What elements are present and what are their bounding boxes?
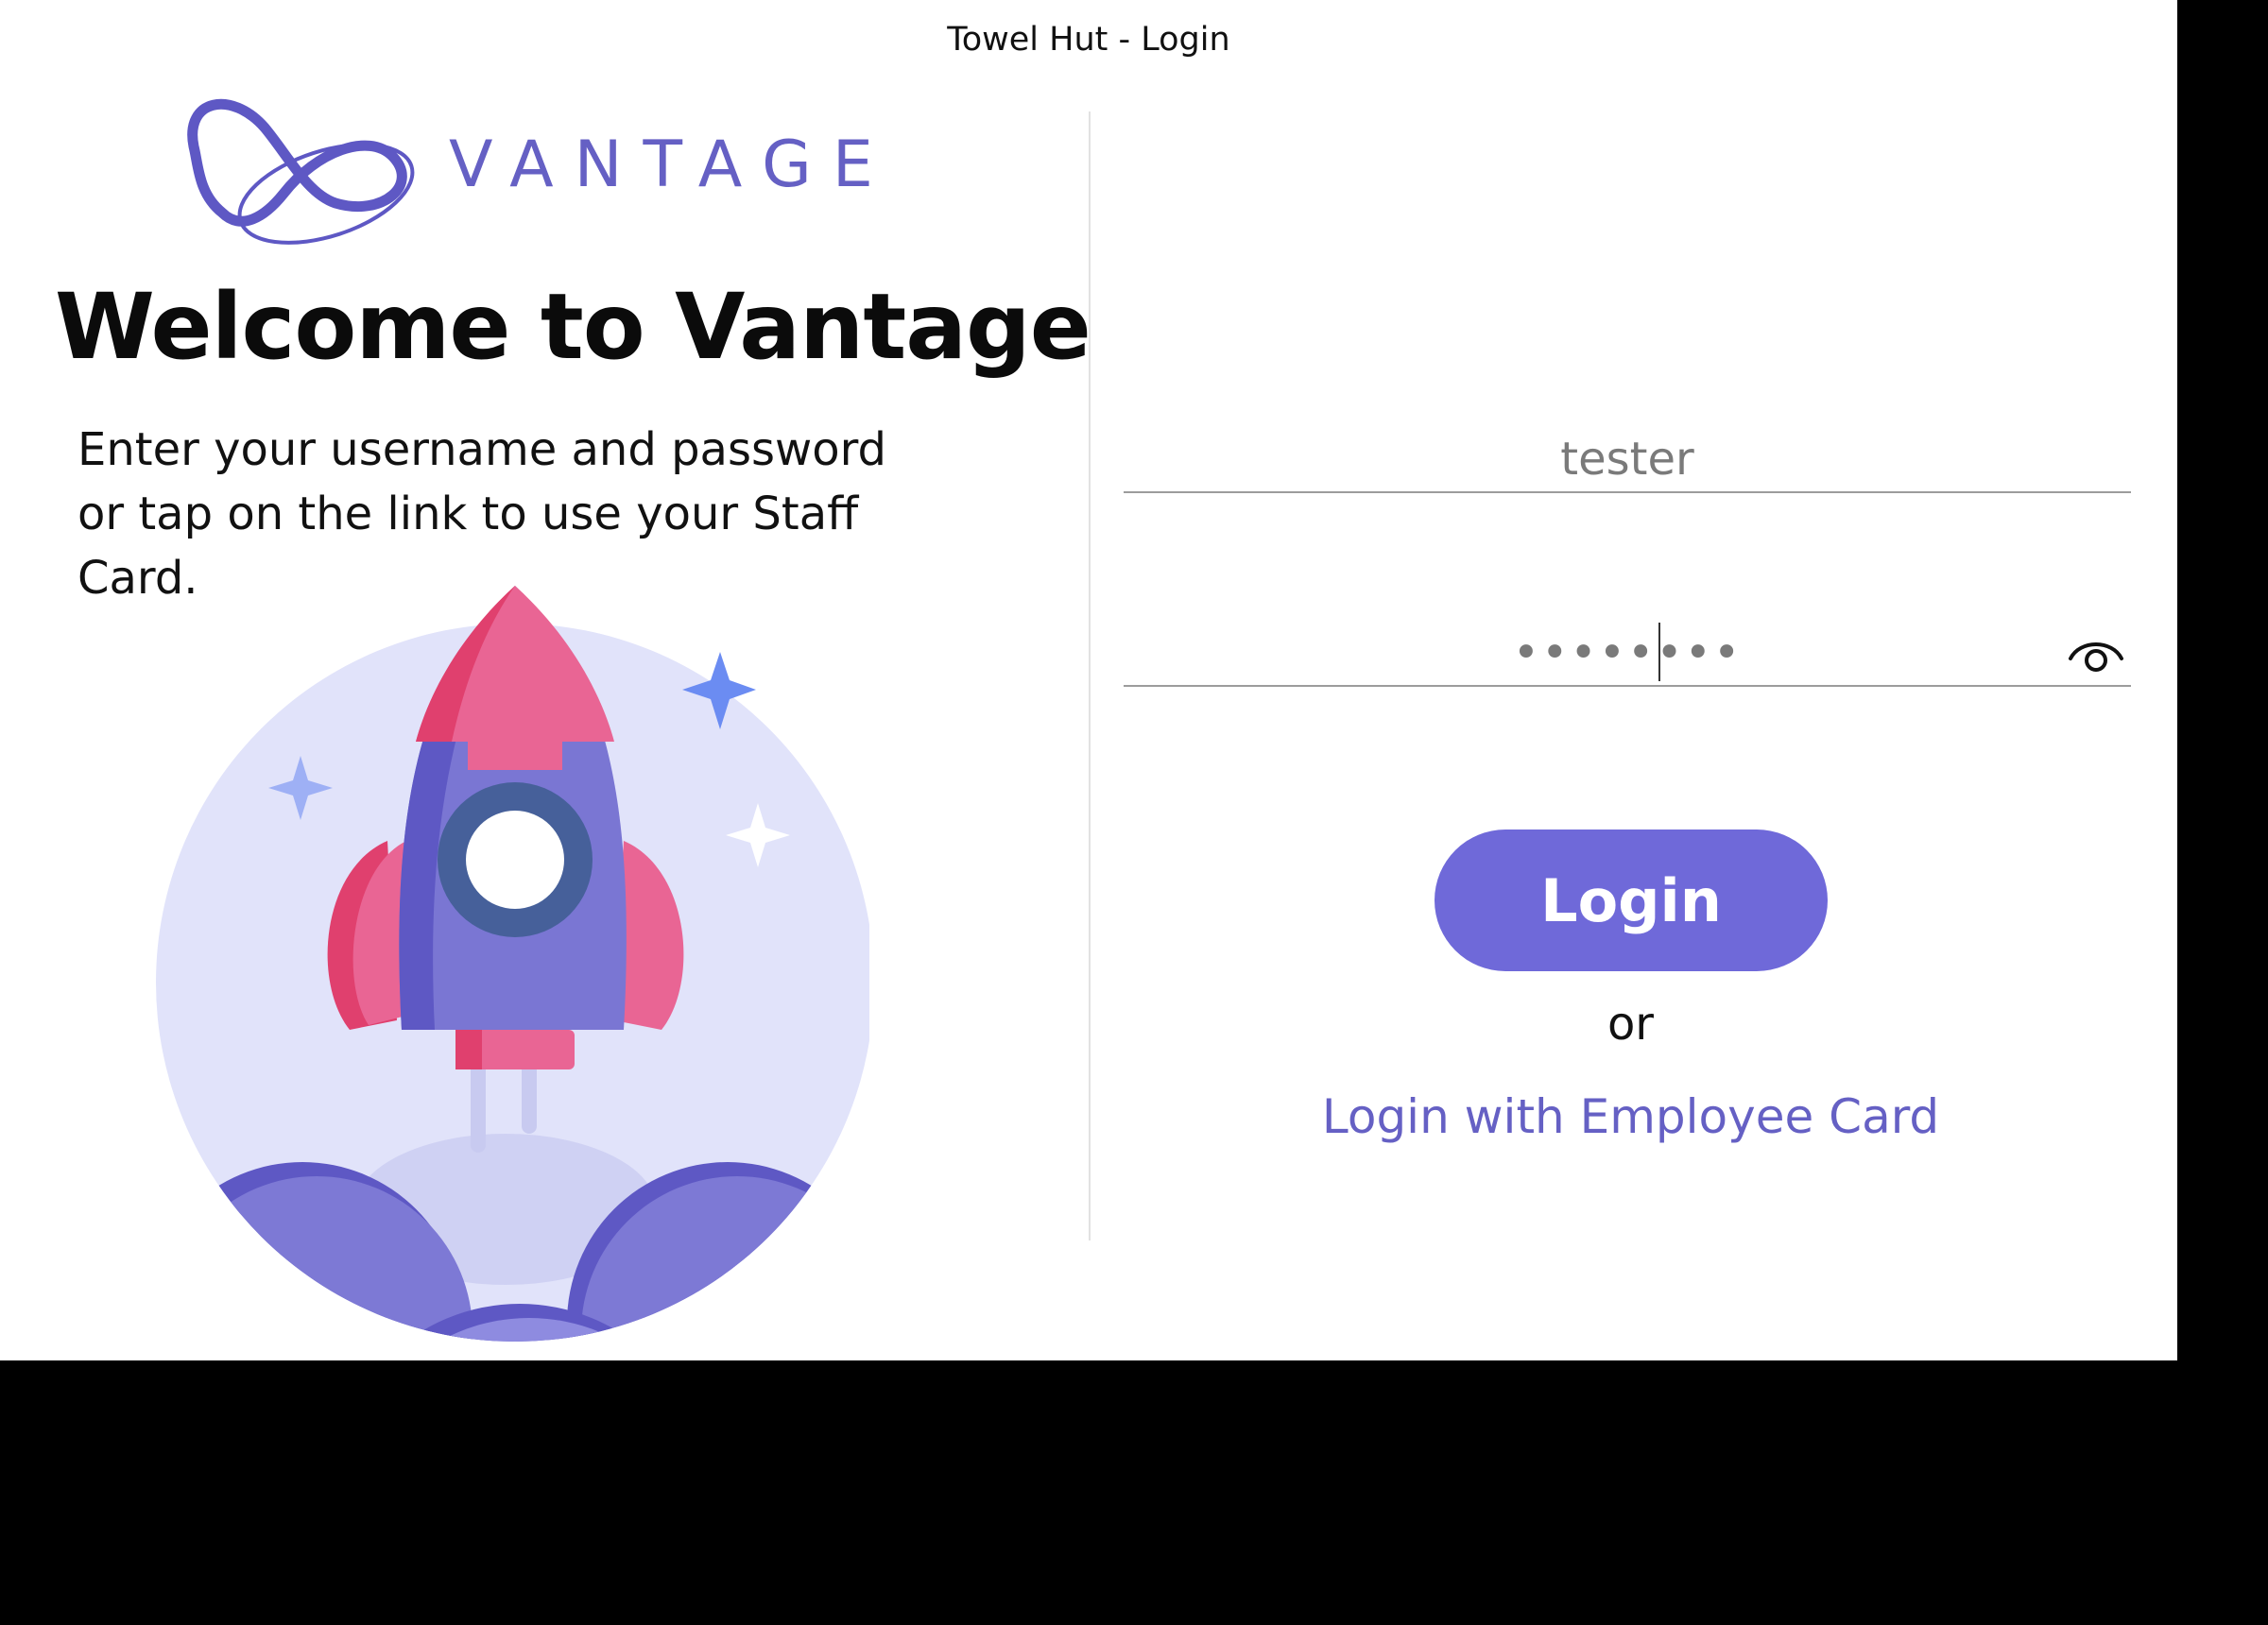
or-separator: or [1606,998,1655,1051]
eye-icon[interactable] [2067,634,2125,676]
brand-name: VANTAGE [449,128,894,202]
login-instructions: Enter your username and password or tap … [77,423,886,605]
rocket-launch-icon [156,586,869,1342]
panel-divider [1089,111,1091,1240]
password-value: •••••••• [1512,626,1743,679]
text-cursor [1658,623,1660,681]
employee-card-login-link[interactable]: Login with Employee Card [1091,1089,2170,1144]
welcome-panel: VANTAGE Welcome to Vantage Enter your us… [0,0,1091,1360]
login-form: tester •••••••• Login or Login with Empl… [1091,0,2177,1360]
login-button[interactable]: Login [1435,830,1828,971]
password-input[interactable]: •••••••• [1124,609,2131,687]
vantage-logo: VANTAGE [175,90,874,250]
username-input[interactable]: tester [1124,416,2131,493]
logo-mark-icon [187,98,415,245]
username-value: tester [1560,433,1694,486]
welcome-heading: Welcome to Vantage [55,274,1091,380]
login-screen: Towel Hut - Login VANTAGE Welcome to Van… [0,0,2177,1360]
